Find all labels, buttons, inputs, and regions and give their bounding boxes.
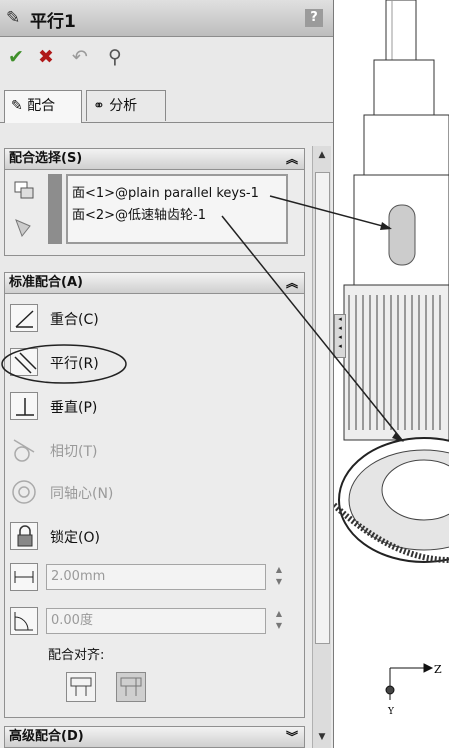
scroll-thumb[interactable] [315,172,330,644]
page-title: 平行1 [30,12,76,32]
pushpin-icon: ⚲ [108,46,122,68]
axis-z-label: Z [434,663,442,676]
anti-aligned-button[interactable] [116,672,146,702]
help-button[interactable]: ? [305,9,323,27]
ok-button[interactable]: ✔ [8,46,24,68]
mate-label: 同轴心(N) [50,486,114,502]
mate-label: 锁定(O) [50,530,100,546]
cancel-button[interactable]: ✖ [38,46,54,68]
panel-collapse-handle[interactable]: ◂ ◂ ◂ ◂ [334,314,346,358]
mate-label: 平行(R) [50,356,99,372]
tab-mates[interactable]: ✎ 配合 [4,90,82,123]
selection-color-bar [48,174,62,244]
section-title: 配合选择(S) [9,151,83,166]
selection-list[interactable]: 面<1>@plain parallel keys-1 面<2>@低速轴齿轮-1 [66,174,288,244]
section-title: 标准配合(A) [9,275,83,290]
title-bar: ✎ 平行1 ? [0,0,333,37]
mate-icon: ✎ [11,98,23,114]
face-select-icon [14,181,34,199]
collapse-icon: ︽ [285,276,298,290]
undo-button[interactable]: ↶ [72,46,88,68]
parallel-icon [10,348,38,376]
angle-input[interactable]: 0.00度 [46,608,266,634]
coincident-icon [10,304,38,332]
advanced-mates-header[interactable]: 高级配合(D) ︾ [4,726,305,748]
aligned-button[interactable] [66,672,96,702]
list-item[interactable]: 面<2>@低速轴齿轮-1 [72,204,206,223]
graphics-area[interactable]: Z Y [331,0,449,748]
mate-icon: ✎ [6,8,21,28]
concentric-icon [12,480,36,504]
scrollbar[interactable]: ▲ ▼ [312,146,331,748]
pin-button[interactable]: ⚲ [108,46,122,68]
selection-icons [14,181,34,237]
distance-stepper[interactable]: ▲ ▼ [272,564,286,590]
standard-mates-header[interactable]: 标准配合(A) ︽ [4,272,305,294]
aligned-icon [70,677,92,696]
scroll-down-icon[interactable]: ▼ [313,728,331,746]
lock-icon [10,522,38,550]
distance-input[interactable]: 2.00mm [46,564,266,590]
analysis-icon: ⚭ [93,98,105,114]
tab-label: 配合 [27,98,56,114]
undo-icon: ↶ [72,46,88,68]
perpendicular-icon [10,392,38,420]
anti-aligned-icon [120,677,142,696]
expand-icon: ︾ [285,730,298,744]
angle-icon [10,607,38,635]
tangent-icon [13,439,35,462]
list-item[interactable]: 面<1>@plain parallel keys-1 [72,182,259,201]
axis-y-label: Y [387,707,395,717]
section-title: 高级配合(D) [9,729,84,744]
tab-analysis[interactable]: ⚭ 分析 [86,90,166,121]
collapse-icon: ︽ [285,152,298,166]
scroll-up-icon[interactable]: ▲ [313,146,331,164]
mate-label: 垂直(P) [50,400,98,416]
distance-icon [10,563,38,591]
angle-stepper[interactable]: ▲ ▼ [272,608,286,634]
mate-label: 重合(C) [50,312,99,328]
alignment-label: 配合对齐: [48,648,105,663]
mate-label: 相切(T) [50,444,98,460]
axis-triad-icon [385,663,434,700]
tab-strip: ✎ 配合 ⚭ 分析 [0,90,333,123]
tab-label: 分析 [109,98,138,114]
property-manager: ✎ 平行1 ? ✔ ✖ ↶ ⚲ ✎ 配合 ⚭ 分析 配合选择(S) ︽ 面<1>… [0,0,334,748]
shaft-model: Z Y [331,0,449,717]
close-icon: ✖ [38,46,54,68]
mate-selection-header[interactable]: 配合选择(S) ︽ [4,148,305,170]
feature-select-icon [15,219,31,237]
check-icon: ✔ [8,46,24,68]
